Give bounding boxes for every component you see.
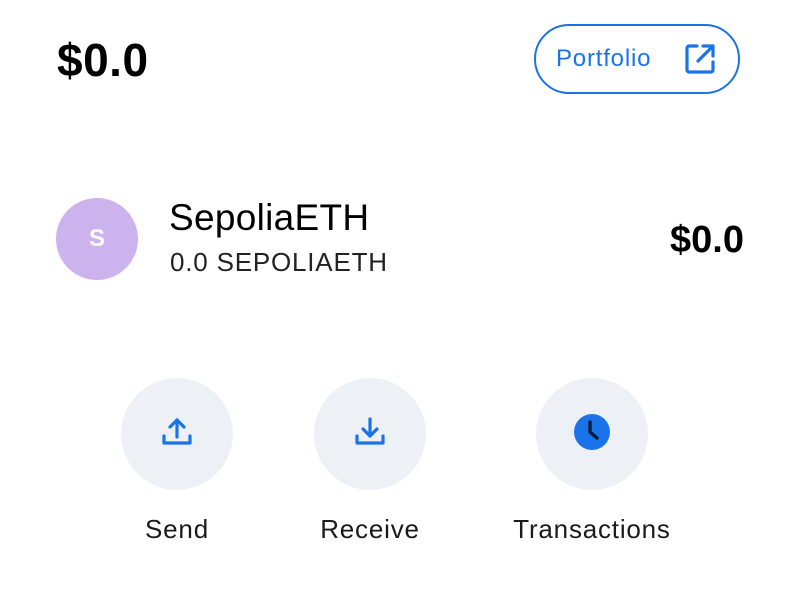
receive-button[interactable]: Receive [270,378,470,545]
send-icon-circle[interactable] [121,378,233,490]
wallet-screen: $0.0 Portfolio S SepoliaETH 0.0 SEPOLIAE… [0,0,800,600]
send-button[interactable]: Send [77,378,277,545]
transactions-button[interactable]: Transactions [492,378,692,545]
clock-icon [572,412,612,457]
download-icon [353,415,387,454]
receive-icon-circle[interactable] [314,378,426,490]
receive-label: Receive [320,514,420,544]
portfolio-button-label: Portfolio [556,45,652,72]
total-balance: $0.0 [57,34,149,86]
send-label: Send [145,514,209,544]
asset-amount: 0.0 SEPOLIAETH [170,247,388,277]
portfolio-button[interactable]: Portfolio [534,24,740,94]
transactions-icon-circle[interactable] [536,378,648,490]
transactions-label: Transactions [513,514,671,544]
external-link-icon [682,41,718,77]
upload-icon [160,415,194,454]
asset-fiat-value: $0.0 [670,219,744,261]
asset-name: SepoliaETH [169,197,370,238]
asset-row-sepoliaeth[interactable]: S SepoliaETH 0.0 SEPOLIAETH $0.0 [56,198,744,282]
asset-avatar: S [56,198,138,280]
